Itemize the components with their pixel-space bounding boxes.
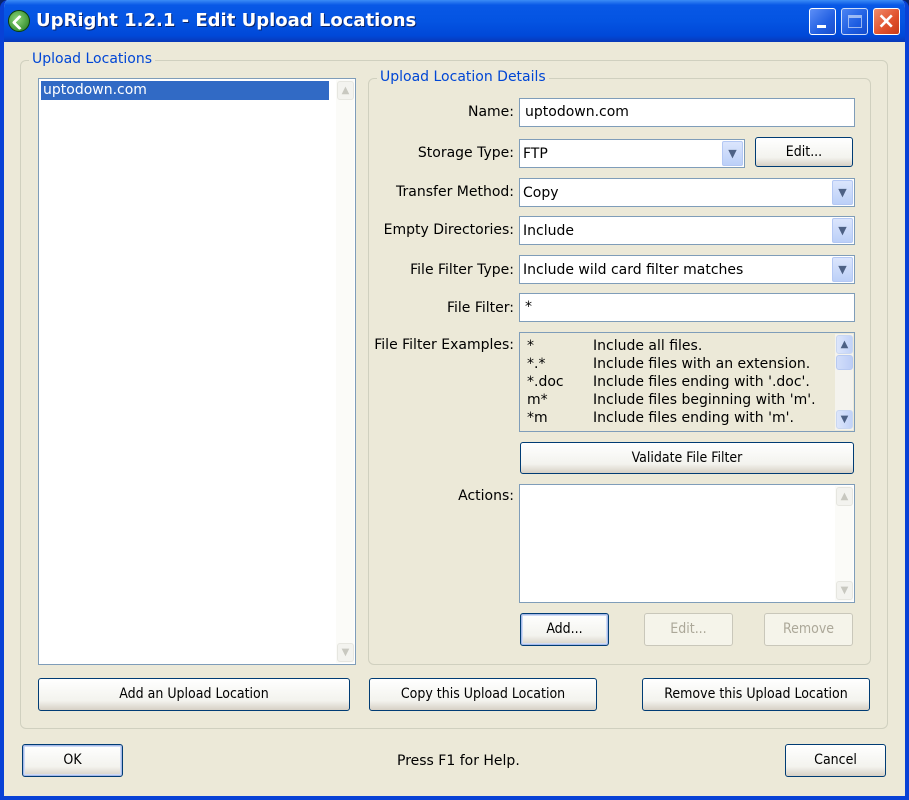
example-description: Include files with an extension. — [593, 356, 811, 372]
scroll-thumb[interactable] — [836, 355, 853, 370]
file-filter-examples-box[interactable]: * Include all files. *.* Include files wit… — [519, 332, 855, 432]
copy-upload-location-button[interactable]: Copy this Upload Location — [369, 678, 597, 711]
empty-directories-label: Empty Directories: — [383, 222, 514, 238]
empty-directories-value: Include — [523, 223, 574, 239]
example-description: Include files beginning with 'm'. — [593, 392, 816, 408]
minimize-button[interactable] — [809, 8, 836, 35]
actions-label: Actions: — [458, 488, 514, 504]
dropdown-arrow-icon[interactable]: ▼ — [832, 257, 853, 282]
transfer-method-label: Transfer Method: — [396, 184, 514, 200]
dropdown-arrow-icon[interactable]: ▼ — [722, 141, 743, 166]
dropdown-arrow-icon[interactable]: ▼ — [832, 180, 853, 205]
remove-upload-location-button[interactable]: Remove this Upload Location — [642, 678, 870, 711]
example-description: Include all files. — [593, 338, 703, 354]
edit-upload-locations-dialog: UpRight 1.2.1 - Edit Upload Locations × … — [0, 0, 909, 800]
scroll-down-button[interactable]: ▼ — [836, 410, 853, 429]
scroll-up-button[interactable]: ▲ — [337, 81, 354, 100]
example-description: Include files ending with 'm'. — [593, 410, 794, 426]
validate-file-filter-button[interactable]: Validate File Filter — [520, 442, 854, 474]
help-hint: Press F1 for Help. — [397, 753, 520, 769]
transfer-method-value: Copy — [523, 185, 559, 201]
chevron-up-icon: ▲ — [341, 85, 350, 96]
file-filter-input[interactable]: * — [519, 293, 855, 322]
upload-locations-scrollbar[interactable]: ▲ ▼ — [336, 80, 354, 663]
example-pattern: *.* — [527, 356, 546, 372]
minimize-icon — [817, 25, 826, 28]
upload-locations-legend: Upload Locations — [29, 51, 156, 67]
file-filter-label: File Filter: — [446, 300, 514, 316]
chevron-up-icon: ▲ — [840, 491, 849, 502]
dropdown-arrow-icon[interactable]: ▼ — [832, 218, 853, 243]
actions-scrollbar[interactable]: ▲ ▼ — [835, 486, 853, 601]
file-filter-type-label: File Filter Type: — [410, 262, 514, 278]
actions-list[interactable]: ▲ ▼ — [519, 484, 855, 603]
scroll-down-button[interactable]: ▼ — [337, 643, 354, 662]
chevron-down-icon: ▼ — [840, 414, 849, 425]
cancel-button[interactable]: Cancel — [785, 744, 886, 777]
title-bar[interactable]: UpRight 1.2.1 - Edit Upload Locations × — [4, 0, 905, 42]
scroll-down-button[interactable]: ▼ — [836, 581, 853, 600]
remove-action-button[interactable]: Remove — [764, 613, 853, 646]
example-pattern: *.doc — [527, 374, 564, 390]
name-label: Name: — [467, 104, 514, 120]
storage-type-select[interactable]: FTP ▼ — [519, 139, 745, 168]
examples-scrollbar[interactable]: ▲ ▼ — [835, 334, 853, 430]
scroll-up-button[interactable]: ▲ — [836, 335, 853, 354]
name-input[interactable]: uptodown.com — [519, 98, 855, 127]
maximize-icon — [848, 15, 862, 28]
example-pattern: m* — [527, 392, 548, 408]
chevron-down-icon: ▼ — [341, 647, 350, 658]
scroll-up-button[interactable]: ▲ — [836, 487, 853, 506]
example-pattern: * — [527, 338, 534, 354]
close-icon: × — [877, 9, 896, 34]
close-button[interactable]: × — [873, 8, 900, 35]
list-item[interactable]: uptodown.com — [41, 81, 329, 100]
file-filter-type-select[interactable]: Include wild card filter matches ▼ — [519, 255, 855, 284]
empty-directories-select[interactable]: Include ▼ — [519, 216, 855, 245]
file-filter-examples-label: File Filter Examples: — [374, 337, 514, 353]
file-filter-type-value: Include wild card filter matches — [523, 262, 744, 278]
upload-locations-list[interactable]: uptodown.com ▲ ▼ — [38, 78, 356, 665]
storage-edit-button[interactable]: Edit... — [755, 137, 853, 167]
maximize-button[interactable] — [841, 8, 868, 35]
example-pattern: *m — [527, 410, 548, 426]
ok-button[interactable]: OK — [22, 744, 123, 777]
chevron-down-icon: ▼ — [840, 585, 849, 596]
upright-app-icon — [8, 10, 30, 32]
transfer-method-select[interactable]: Copy ▼ — [519, 178, 855, 207]
add-action-button[interactable]: Add... — [520, 613, 609, 646]
details-legend: Upload Location Details — [377, 69, 549, 85]
window-title: UpRight 1.2.1 - Edit Upload Locations — [36, 10, 417, 31]
edit-action-button[interactable]: Edit... — [644, 613, 733, 646]
storage-type-label: Storage Type: — [417, 145, 514, 161]
storage-type-value: FTP — [523, 146, 548, 162]
chevron-up-icon: ▲ — [840, 339, 849, 350]
example-description: Include files ending with '.doc'. — [593, 374, 810, 390]
add-upload-location-button[interactable]: Add an Upload Location — [38, 678, 350, 711]
